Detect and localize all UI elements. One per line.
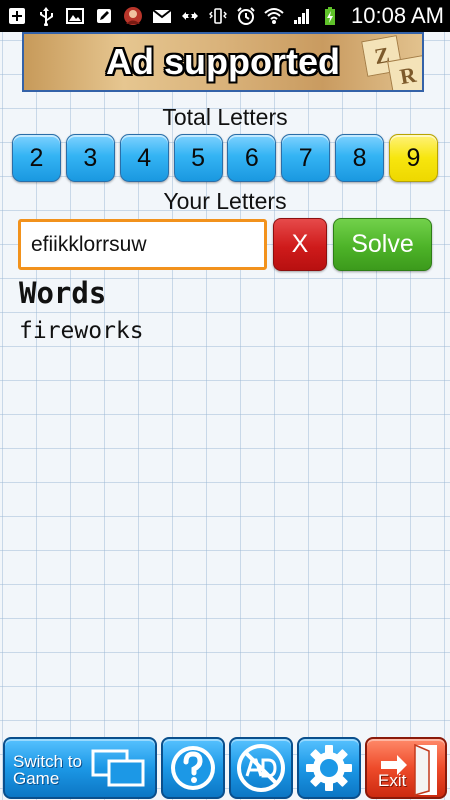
avatar-icon bbox=[122, 5, 144, 27]
notification-icons bbox=[6, 5, 173, 27]
switch-to-game-label: Switch to Game bbox=[13, 753, 82, 787]
letter-count-button-9[interactable]: 9 bbox=[388, 134, 438, 182]
system-icons: 10:08 AM bbox=[179, 3, 444, 29]
gear-icon bbox=[306, 745, 352, 791]
letter-count-button-3[interactable]: 3 bbox=[65, 134, 115, 182]
switch-to-game-button[interactable]: Switch to Game bbox=[3, 737, 157, 799]
exit-label: Exit bbox=[378, 771, 407, 790]
battery-charging-icon bbox=[319, 5, 341, 27]
windows-icon bbox=[91, 749, 145, 787]
signal-icon bbox=[291, 5, 313, 27]
mail-icon bbox=[151, 5, 173, 27]
solve-button[interactable]: Solve bbox=[333, 218, 432, 271]
screen-rotation-icon bbox=[179, 5, 201, 27]
settings-button[interactable] bbox=[297, 737, 361, 799]
remove-ads-button[interactable] bbox=[229, 737, 293, 799]
wifi-icon bbox=[263, 5, 285, 27]
letter-count-button-5[interactable]: 5 bbox=[173, 134, 223, 182]
vibrate-icon bbox=[207, 5, 229, 27]
letter-count-button-6[interactable]: 6 bbox=[227, 134, 277, 182]
usb-icon bbox=[35, 5, 57, 27]
total-letters-label: Total Letters bbox=[162, 104, 288, 130]
your-letters-label: Your Letters bbox=[163, 188, 287, 214]
bottom-toolbar: Switch to Game Exit bbox=[0, 734, 450, 800]
ad-banner-text: Ad supported bbox=[106, 41, 340, 82]
edit-icon bbox=[93, 5, 115, 27]
status-bar: 10:08 AM bbox=[0, 0, 450, 32]
word-item[interactable]: fireworks bbox=[19, 316, 144, 346]
letter-count-button-7[interactable]: 7 bbox=[281, 134, 331, 182]
image-icon bbox=[64, 5, 86, 27]
add-icon bbox=[6, 5, 28, 27]
letter-count-button-8[interactable]: 8 bbox=[335, 134, 385, 182]
letter-count-button-4[interactable]: 4 bbox=[119, 134, 169, 182]
help-icon bbox=[171, 746, 215, 790]
help-button[interactable] bbox=[161, 737, 225, 799]
no-ads-icon bbox=[237, 744, 285, 792]
alarm-icon bbox=[235, 5, 257, 27]
status-time: 10:08 AM bbox=[351, 3, 444, 28]
word-list: fireworks bbox=[19, 316, 144, 346]
letter-count-button-2[interactable]: 2 bbox=[12, 134, 61, 182]
switch-label-line2: Game bbox=[13, 769, 60, 788]
ad-banner[interactable]: Z R Ad supported bbox=[22, 32, 424, 92]
exit-button[interactable]: Exit bbox=[365, 737, 447, 799]
clear-button[interactable]: X bbox=[273, 218, 327, 271]
words-heading: Words bbox=[19, 276, 107, 310]
letters-input[interactable] bbox=[18, 219, 267, 270]
total-letters-selector: 2 3 4 5 6 7 8 9 bbox=[12, 134, 438, 184]
